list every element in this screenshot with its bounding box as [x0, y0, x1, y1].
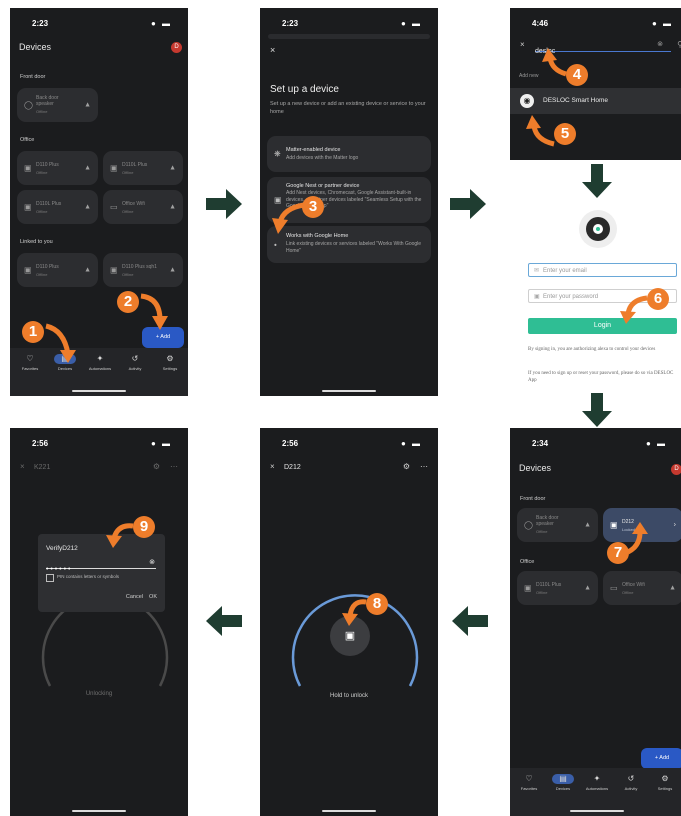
callout-arrowhead-9 — [106, 535, 122, 548]
flow-arrow-right — [206, 189, 242, 219]
step-badge-6: 6 — [647, 288, 669, 310]
callout-arrows — [106, 523, 134, 548]
flow-arrow-right — [450, 189, 486, 219]
screen-desloc-login: ✉ Enter your email ▣ Enter your password… — [510, 202, 681, 396]
flow-arrow-left — [206, 606, 242, 636]
step-badge-5: 5 — [554, 123, 576, 145]
callout-arrowhead-5 — [526, 115, 541, 129]
screen-devices-step7: 2:34 ● ▬ Devices D Front door ◯ Back doo… — [510, 428, 681, 816]
screen-verify-pin: 2:56 ● ▬ × K221 ⚙ ⋯ Unlocking VerifyD212… — [10, 428, 188, 816]
step-badge-9: 9 — [133, 516, 155, 538]
callout-arrows — [626, 522, 648, 555]
callout-arrowhead-7 — [632, 522, 648, 534]
callout-arrows — [272, 202, 305, 234]
callout-arrowhead-8 — [342, 613, 358, 626]
callout-arrow-3 — [277, 202, 305, 223]
callout-arrowhead-3 — [272, 218, 288, 234]
callout-arrow-7 — [626, 531, 643, 555]
flow-arrow-down — [582, 164, 612, 198]
screen-search-desloc: 4:46 ● ▬ × desloc ⊗ ⚲ Add new ◉ DESLOC S… — [510, 8, 681, 160]
step-badge-7: 7 — [607, 542, 629, 564]
callout-arrowhead-2 — [152, 316, 168, 330]
step-badge-1: 1 — [22, 321, 44, 343]
callout-arrow-6 — [625, 295, 648, 315]
callout-arrowhead-1 — [60, 350, 76, 363]
callout-arrows — [342, 599, 367, 626]
callout-arrowhead-6 — [620, 311, 636, 324]
callout-arrows — [526, 48, 567, 147]
screen-d212-lock: 2:56 ● ▬ × D212 ⚙ ⋯ ▣ Hold to unlock 8 — [260, 428, 438, 816]
flow-arrow-down — [582, 393, 612, 427]
screen-devices-step1: 2:23 ● ▬ Devices D Front door ◯ Back doo… — [10, 8, 188, 396]
step-badge-3: 3 — [302, 196, 324, 218]
callout-arrow-1 — [45, 323, 71, 355]
step-badge-2: 2 — [117, 291, 139, 313]
callout-arrow-5 — [531, 125, 555, 147]
step-badge-4: 4 — [566, 64, 588, 86]
step-badge-8: 8 — [366, 593, 388, 615]
callout-arrowhead-4 — [542, 48, 557, 62]
flow-arrow-left — [452, 606, 488, 636]
screen-setup-device: 2:23 ● ▬ × Set up a device Set up a new … — [260, 8, 438, 396]
